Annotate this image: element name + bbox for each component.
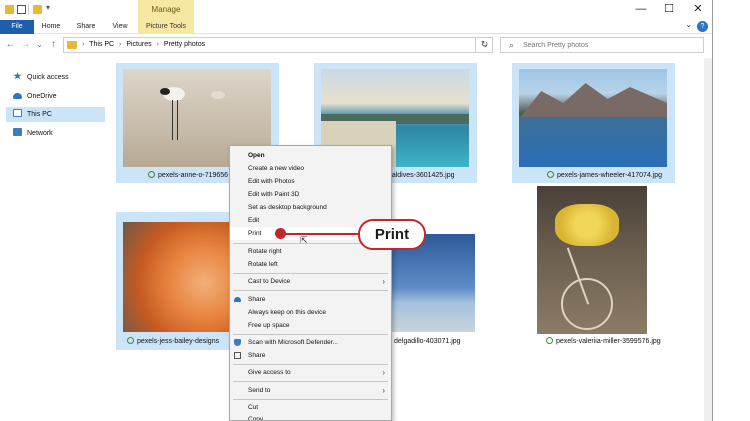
menu-item-share-onedrive[interactable]: Share — [230, 293, 391, 306]
help-icon[interactable]: ? — [697, 21, 708, 32]
menu-separator — [233, 399, 388, 400]
file-name: pexels-jess-bailey-designs — [127, 337, 219, 346]
chevron-right-icon: › — [382, 386, 385, 395]
vertical-scrollbar[interactable] — [704, 58, 712, 421]
address-bar[interactable]: › This PC › Pictures › Pretty photos ⌄ — [63, 37, 493, 53]
menu-item-edit-with-paint-3d[interactable]: Edit with Paint 3D — [230, 188, 391, 201]
menu-separator — [233, 273, 388, 274]
folder-icon — [67, 41, 77, 49]
menu-item-edit-with-photos[interactable]: Edit with Photos — [230, 175, 391, 188]
callout-dot — [275, 228, 286, 239]
recent-locations-button[interactable]: ⌄ — [34, 38, 45, 51]
file-item-james-wheeler[interactable]: pexels-james-wheeler-417074.jpg — [512, 63, 675, 183]
file-name: delgadillo-403071.jpg — [394, 338, 461, 345]
forward-button[interactable]: → — [20, 38, 31, 51]
chevron-right-icon: › — [382, 368, 385, 377]
menu-item-open[interactable]: Open — [230, 149, 391, 162]
menu-item-scan-defender[interactable]: Scan with Microsoft Defender... — [230, 336, 391, 349]
navigation-pane: Quick access OneDrive This PC Network — [0, 58, 108, 421]
breadcrumb-separator: › — [156, 41, 159, 48]
menu-item-share[interactable]: Share — [230, 349, 391, 362]
callout-line — [280, 233, 360, 235]
breadcrumb-pictures[interactable]: Pictures — [126, 41, 151, 48]
menu-separator — [233, 334, 388, 335]
manage-tab[interactable]: Manage — [138, 0, 194, 20]
folder-icon — [5, 5, 14, 14]
customize-toolbar-icon[interactable]: ▾ — [46, 3, 50, 12]
ribbon-tabs: File Home Share View Picture Tools ⌄ ? — [0, 20, 712, 34]
menu-item-give-access[interactable]: Give access to › — [230, 366, 391, 379]
menu-item-rotate-left[interactable]: Rotate left — [230, 258, 391, 271]
menu-item-cast-to-device[interactable]: Cast to Device › — [230, 275, 391, 288]
print-callout: Print — [358, 219, 426, 250]
tab-file[interactable]: File — [0, 20, 34, 34]
refresh-button[interactable]: ↻ — [475, 37, 493, 53]
search-input[interactable] — [523, 39, 699, 51]
file-item-valeriia-miller[interactable]: pexels-valeriia-miller-3599576.jpg — [512, 176, 675, 350]
context-menu: Open Create a new video Edit with Photos… — [229, 145, 392, 421]
network-icon — [13, 128, 22, 136]
breadcrumb-separator: › — [82, 41, 85, 48]
minimize-button[interactable]: — — [632, 2, 650, 16]
new-folder-icon[interactable] — [33, 5, 42, 14]
computer-icon — [13, 109, 22, 117]
cloud-icon — [13, 93, 22, 99]
tab-share[interactable]: Share — [70, 20, 102, 34]
file-name: pexels-anne-o-719656 — [148, 171, 228, 180]
star-icon — [13, 72, 22, 80]
up-button[interactable]: ↑ — [48, 38, 59, 51]
navigation-bar: ← → ⌄ ↑ › This PC › Pictures › Pretty ph… — [0, 35, 712, 55]
search-box[interactable]: ⌕ — [500, 37, 704, 53]
back-button[interactable]: ← — [5, 38, 16, 51]
shield-icon — [234, 339, 241, 346]
menu-item-free-up-space[interactable]: Free up space — [230, 319, 391, 332]
sidebar-item-label: Network — [27, 130, 53, 137]
ribbon-collapse-icon[interactable]: ⌄ — [685, 20, 692, 29]
maximize-button[interactable]: ☐ — [660, 2, 678, 16]
menu-item-always-keep[interactable]: Always keep on this device — [230, 306, 391, 319]
sync-status-icon — [148, 171, 155, 178]
sidebar-item-network[interactable]: Network — [6, 126, 104, 141]
photo-thumbnail — [519, 69, 667, 167]
photo-thumbnail — [537, 186, 647, 334]
sidebar-item-label: OneDrive — [27, 93, 57, 100]
breadcrumb: › This PC › Pictures › Pretty photos — [82, 38, 205, 52]
cloud-icon — [234, 297, 241, 302]
mouse-cursor-icon: ⇱ — [300, 235, 308, 245]
sidebar-item-label: Quick access — [27, 74, 69, 81]
menu-separator — [233, 364, 388, 365]
file-name: pexels-valeriia-miller-3599576.jpg — [546, 337, 661, 346]
chevron-right-icon: › — [382, 277, 385, 286]
menu-item-send-to[interactable]: Send to › — [230, 384, 391, 397]
window-border — [712, 0, 713, 421]
breadcrumb-this-pc[interactable]: This PC — [89, 41, 114, 48]
sidebar-item-quick-access[interactable]: Quick access — [6, 70, 104, 85]
sync-status-icon — [546, 337, 553, 344]
sync-status-icon — [127, 337, 134, 344]
menu-separator — [233, 381, 388, 382]
close-button[interactable]: ✕ — [689, 2, 707, 16]
properties-icon[interactable] — [17, 5, 26, 14]
sidebar-item-this-pc[interactable]: This PC — [6, 107, 105, 122]
toolbar-divider — [28, 4, 29, 15]
tab-picture-tools[interactable]: Picture Tools — [138, 20, 194, 34]
menu-item-set-desktop-background[interactable]: Set as desktop background — [230, 201, 391, 214]
title-bar: ▾ Manage — ☐ ✕ — [0, 0, 712, 20]
breadcrumb-pretty-photos[interactable]: Pretty photos — [164, 41, 205, 48]
share-icon — [234, 352, 241, 359]
menu-item-copy[interactable]: Copy — [230, 413, 391, 420]
sidebar-item-label: This PC — [27, 111, 52, 118]
search-icon: ⌕ — [509, 40, 515, 50]
sidebar-item-onedrive[interactable]: OneDrive — [6, 89, 104, 104]
menu-item-create-new-video[interactable]: Create a new video — [230, 162, 391, 175]
tab-home[interactable]: Home — [36, 20, 66, 34]
tab-view[interactable]: View — [106, 20, 134, 34]
menu-separator — [233, 290, 388, 291]
breadcrumb-separator: › — [119, 41, 122, 48]
